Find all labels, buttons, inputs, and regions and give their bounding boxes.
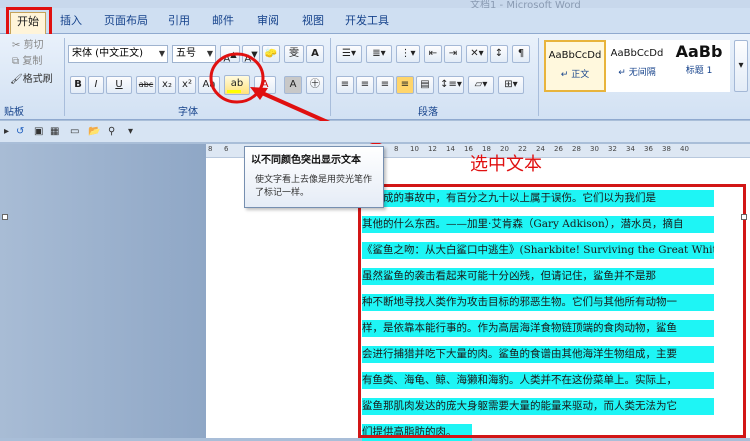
quick-access-toolbar: ▸ ↺ ▣ ▦ ▭ 📂 ⚲ ▾: [0, 121, 750, 143]
ruler-tick: 8: [394, 145, 399, 153]
tooltip-title: 以不同颜色突出显示文本: [251, 155, 361, 166]
ruler-tick: 36: [644, 145, 653, 153]
customize-qat-icon[interactable]: ▾: [128, 124, 133, 140]
highlight-tooltip: 以不同颜色突出显示文本 使文字看上去像是用荧光笔作了标记一样。: [244, 146, 384, 208]
ruler-tick: 34: [626, 145, 635, 153]
selected-text-annotation-box: [358, 184, 746, 438]
ruler-tick: 30: [590, 145, 599, 153]
ruler-tick: 14: [446, 145, 455, 153]
select-text-annotation: 选中文本: [470, 154, 542, 175]
ruler-tick: 28: [572, 145, 581, 153]
ruler-tick: 10: [410, 145, 419, 153]
qat-more-icon[interactable]: ▸: [4, 124, 9, 140]
undo-icon[interactable]: ↺: [16, 124, 24, 140]
ruler-tick: 6: [224, 145, 229, 153]
ruler-tick: 8: [208, 145, 213, 153]
tooltip-body: 使文字看上去像是用荧光笔作了标记一样。: [255, 175, 373, 198]
resize-handle[interactable]: [2, 214, 8, 220]
resize-handle[interactable]: [741, 214, 747, 220]
ruler-tick: 32: [608, 145, 617, 153]
ruler-tick: 26: [554, 145, 563, 153]
print-icon[interactable]: ⚲: [108, 124, 115, 140]
highlight-button-circle: [209, 52, 265, 104]
ruler-tick: 12: [428, 145, 437, 153]
ruler-tick: 38: [662, 145, 671, 153]
folder-icon[interactable]: 📂: [88, 124, 100, 140]
preview-icon[interactable]: ▣: [34, 124, 43, 140]
new-doc-icon[interactable]: ▦: [50, 124, 59, 140]
left-margin-area: [0, 144, 206, 438]
ruler-tick: 40: [680, 145, 689, 153]
open-icon[interactable]: ▭: [70, 124, 79, 140]
